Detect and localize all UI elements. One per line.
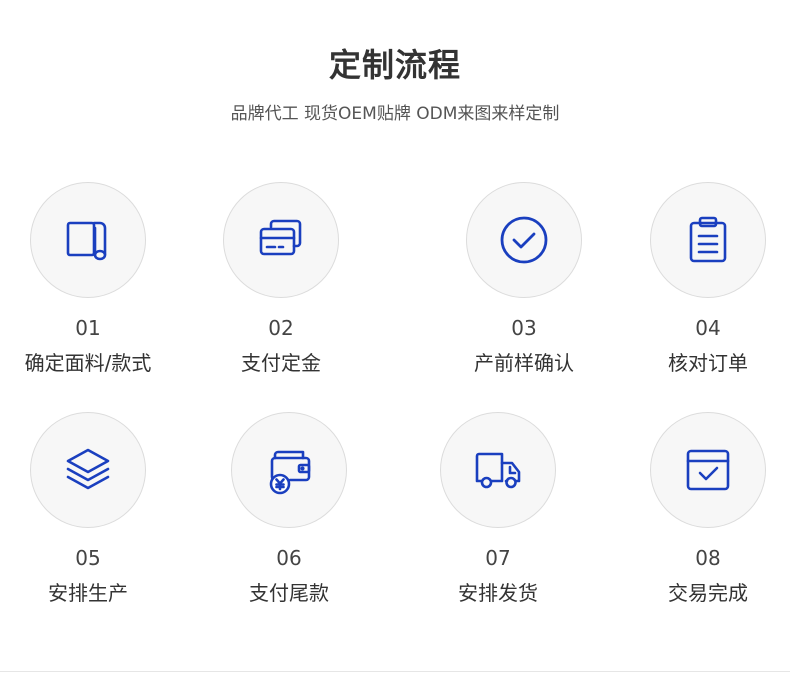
step-label: 核对订单 [668,351,748,375]
step-number: 02 [268,316,294,340]
step-number: 07 [485,546,511,570]
step-04: 04 核对订单 [623,182,790,376]
fabric-roll-icon [66,221,107,261]
step-number: 06 [276,546,302,570]
step-number: 04 [695,316,721,340]
step-label: 确定面料/款式 [24,351,152,375]
step-06: 06 支付尾款 [204,412,374,606]
step-number: 01 [75,316,101,340]
step-label: 支付尾款 [249,581,329,605]
wallet-yuan-icon [269,450,311,495]
calendar-check-icon [686,449,730,491]
step-icon-circle [650,182,766,298]
step-icon-circle [30,412,146,528]
step-label: 支付定金 [241,351,321,375]
check-circle-icon [500,216,548,264]
step-icon-circle [30,182,146,298]
step-02: 02 支付定金 [196,182,366,376]
page-title: 定制流程 [328,46,461,84]
step-number: 03 [511,316,537,340]
step-number: 08 [695,546,721,570]
step-08: 08 交易完成 [623,412,790,606]
step-05: 05 安排生产 [3,412,173,606]
step-label: 交易完成 [668,581,748,605]
page-subtitle: 品牌代工 现货OEM贴牌 ODM来图来样定制 [230,104,560,124]
step-number: 05 [75,546,101,570]
delivery-truck-icon [475,452,521,489]
custom-process-page: 定制流程 品牌代工 现货OEM贴牌 ODM来图来样定制 01 确定面料/款式 0… [0,0,790,674]
step-icon-circle [223,182,339,298]
step-03: 03 产前样确认 [439,182,609,376]
step-label: 产前样确认 [474,351,574,375]
step-07: 07 安排发货 [413,412,583,606]
step-icon-circle [231,412,347,528]
step-01: 01 确定面料/款式 [3,182,173,376]
step-icon-circle [466,182,582,298]
step-label: 安排生产 [48,581,128,605]
payment-cards-icon [259,219,302,256]
step-label: 安排发货 [458,581,538,605]
bottom-divider [0,671,790,672]
clipboard-icon [689,216,727,263]
layers-icon [66,448,110,490]
step-icon-circle [440,412,556,528]
step-icon-circle [650,412,766,528]
